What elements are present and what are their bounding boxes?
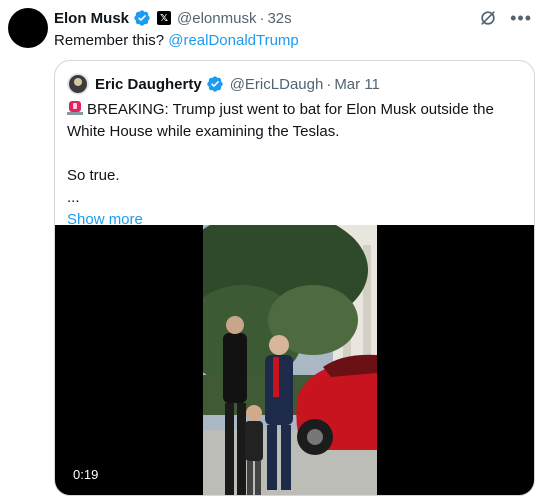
video-duration: 0:19 (67, 464, 105, 485)
quote-verified-badge-icon (207, 76, 223, 92)
video-thumbnail-image (203, 225, 377, 495)
author-name[interactable]: Elon Musk (54, 10, 129, 27)
verified-badge-icon (134, 10, 150, 26)
author-handle[interactable]: @elonmusk (177, 10, 256, 27)
mention-link[interactable]: @realDonaldTrump (168, 32, 299, 49)
more-options-icon[interactable]: ••• (510, 9, 532, 27)
quote-blank-line (67, 143, 525, 165)
quote-author-handle[interactable]: @EricLDaugh (230, 76, 324, 93)
quote-line-1: BREAKING: Trump just went to bat for Elo… (67, 101, 494, 140)
video-player[interactable]: 0:19 (55, 225, 534, 495)
separator-dot: · (259, 9, 265, 27)
police-light-icon (67, 101, 83, 115)
quote-header: Eric Daugherty @EricLDaugh · Mar 11 (67, 73, 380, 95)
grok-icon[interactable] (478, 8, 498, 28)
quote-line-2: So true. (67, 167, 120, 184)
quote-line-3: ... (67, 189, 80, 206)
tweet-actions: ••• (478, 8, 532, 28)
timestamp[interactable]: 32s (267, 10, 291, 27)
quote-author-avatar[interactable] (67, 73, 89, 95)
tweet-header: Elon Musk 𝕏 @elonmusk · 32s (54, 8, 292, 28)
quoted-tweet[interactable]: Eric Daugherty @EricLDaugh · Mar 11 BREA… (54, 60, 535, 496)
quote-separator-dot: · (326, 75, 332, 93)
video-frame (203, 225, 377, 495)
author-avatar[interactable] (8, 8, 48, 48)
tweet-text-body: Remember this? (54, 32, 169, 49)
quote-author-name[interactable]: Eric Daugherty (95, 76, 202, 93)
tweet-text: Remember this? @realDonaldTrump (54, 31, 299, 51)
quote-text: BREAKING: Trump just went to bat for Elo… (67, 99, 525, 231)
x-affiliate-badge-icon: 𝕏 (157, 11, 172, 25)
quote-date[interactable]: Mar 11 (334, 76, 380, 93)
quote-line-breaking: BREAKING: Trump just went to bat for Elo… (67, 99, 525, 143)
